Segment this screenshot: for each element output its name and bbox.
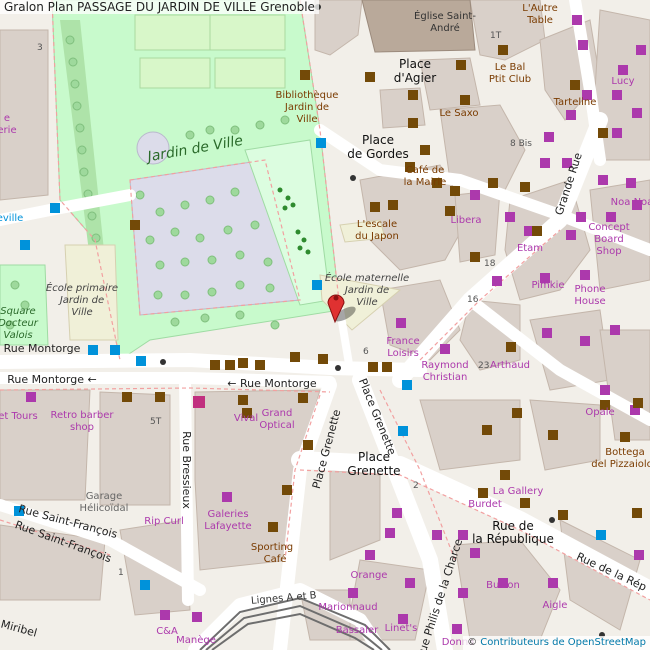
label-frag-eville: eville: [0, 213, 23, 224]
label-cafe-mairie-2: la Mairie: [404, 177, 447, 188]
label-le-bal-1: Le Bal: [495, 62, 526, 73]
label-rue-republique-2: la République: [472, 532, 554, 546]
label-bottega-2: del Pizzaiolo: [591, 459, 650, 470]
label-galeries-2: Lafayette: [204, 521, 251, 532]
label-place-agier-1: Place: [399, 57, 431, 71]
label-galeries-1: Galeries: [207, 509, 248, 520]
map-title: Gralon Plan PASSAGE DU JARDIN DE VILLE G…: [0, 0, 319, 14]
label-rue-montorge-a: Rue Montorge: [4, 342, 81, 355]
label-aigle: Aigle: [543, 600, 568, 611]
label-garage-2: Hélicoïdal: [80, 502, 129, 514]
label-le-saxo: Le Saxo: [440, 108, 479, 119]
map-canvas[interactable]: Jardin de Ville Place de Gordes Place d'…: [0, 0, 650, 650]
label-burton: Burton: [486, 580, 520, 591]
label-ecole-mat-3: Ville: [356, 297, 377, 308]
label-grand-optical-2: Optical: [259, 420, 294, 431]
label-linets: Linet's: [385, 623, 418, 634]
label-ecole-prim-3: Ville: [71, 307, 92, 318]
label-france-loisirs-1: France: [386, 336, 419, 347]
label-pimkie: Pimkie: [531, 280, 564, 291]
label-eglise-1: Église Saint-: [414, 9, 476, 22]
label-num-1t: 1T: [490, 31, 502, 41]
label-burdet: Burdet: [468, 499, 502, 510]
attribution-copyright: ©: [467, 637, 478, 648]
label-orange: Orange: [351, 570, 388, 581]
label-lautre-1: L'Autre: [522, 3, 557, 14]
label-sporting-1: Sporting: [251, 542, 293, 553]
label-frag-e: e: [4, 113, 10, 124]
label-lucy: Lucy: [611, 76, 634, 87]
label-concept-2: Board: [594, 234, 623, 245]
label-phone-house-2: House: [574, 296, 605, 307]
label-escale-1: L'escale: [357, 219, 397, 230]
label-rip-curl: Rip Curl: [144, 516, 183, 527]
label-num-1: 1: [118, 568, 124, 578]
label-ca: C&A: [156, 626, 178, 637]
label-grand-optical-1: Grand: [262, 408, 293, 419]
label-bassaler: Bassaler: [336, 625, 379, 636]
label-rue-bressieux: Rue Bressieux: [180, 431, 193, 509]
label-raymond-2: Christian: [423, 372, 468, 383]
label-num-8bis: 8 Bis: [510, 139, 532, 149]
label-la-gallery: La Gallery: [493, 486, 544, 497]
label-escale-2: du Japon: [355, 231, 399, 242]
label-vival: Vival: [234, 413, 258, 424]
label-place-grenette-1: Place: [358, 450, 390, 464]
label-raymond-1: Raymond: [421, 360, 468, 371]
label-square-2: Docteur: [0, 318, 39, 329]
pharmacy-icon: [193, 396, 205, 408]
label-eglise-2: André: [430, 22, 460, 34]
label-tarteline: Tarteline: [553, 97, 597, 108]
label-concept-3: Shop: [596, 246, 621, 257]
attribution: © Contributeurs de OpenStreetMap: [463, 636, 650, 650]
label-num-3: 3: [37, 43, 43, 53]
label-noa: Noa Noa: [611, 197, 650, 208]
label-num-16: 16: [467, 295, 479, 305]
label-marionnaud: Marionnaud: [318, 602, 377, 613]
label-retro-1: Retro barber: [51, 410, 115, 421]
label-rue-montorge-c: ← Rue Montorge: [227, 377, 317, 390]
label-biblio-1: Bibliothèque: [276, 89, 339, 101]
label-sporting-2: Café: [264, 553, 287, 565]
label-garage-1: Garage: [86, 491, 123, 502]
label-etam: Etam: [517, 243, 543, 254]
label-frag-erie: erie: [0, 125, 17, 136]
label-square-3: Valois: [3, 330, 32, 341]
label-et-tours: et Tours: [0, 411, 38, 422]
label-phone-house-1: Phone: [575, 284, 606, 295]
label-place-grenette-2: Grenette: [347, 464, 400, 478]
label-ecole-mat-2: Jardin de: [343, 285, 389, 296]
label-rue-montorge-b: Rue Montorge ←: [7, 373, 96, 386]
label-num-2: 2: [413, 481, 419, 491]
label-place-gordes-2: de Gordes: [347, 147, 408, 161]
label-rue-republique-1: Rue de: [492, 519, 534, 533]
label-place-agier-2: d'Agier: [394, 71, 436, 85]
label-opale: Opale: [585, 407, 614, 418]
label-arthaud: Arthaud: [490, 360, 530, 371]
label-biblio-3: Ville: [296, 114, 317, 125]
label-num-6: 6: [363, 347, 369, 357]
label-ecole-prim-1: École primaire: [46, 281, 118, 294]
label-place-gordes-1: Place: [362, 133, 394, 147]
label-bottega-1: Bottega: [605, 447, 644, 458]
label-concept-1: Concept: [588, 222, 629, 233]
label-retro-2: shop: [70, 422, 94, 433]
label-num-18: 18: [484, 259, 496, 269]
label-num-23: 23: [478, 361, 489, 371]
label-libera: Libera: [450, 215, 481, 226]
label-cafe-mairie-1: Café de: [406, 164, 444, 176]
label-france-loisirs-2: Loisirs: [387, 348, 419, 359]
label-ecole-prim-2: Jardin de: [58, 295, 104, 306]
label-le-bal-2: Ptit Club: [489, 74, 531, 85]
label-lautre-2: Table: [526, 15, 553, 26]
attribution-link[interactable]: Contributeurs de OpenStreetMap: [480, 637, 646, 648]
label-biblio-2: Jardin de: [284, 102, 329, 113]
label-square-1: Square: [0, 306, 35, 317]
label-manege: Manège: [176, 634, 216, 646]
label-num-5t: 5T: [150, 417, 162, 427]
label-ecole-mat-1: École maternelle: [325, 271, 409, 284]
